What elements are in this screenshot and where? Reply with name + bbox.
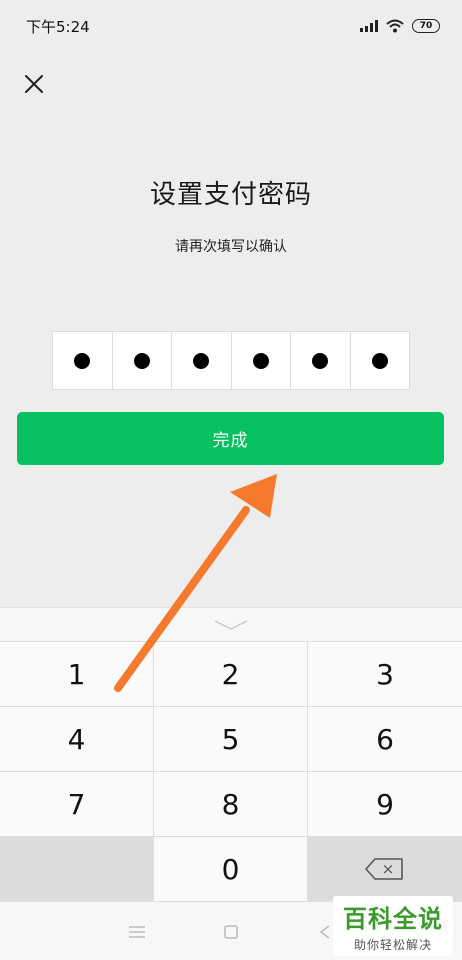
- status-bar: 下午5:24 70: [0, 0, 462, 52]
- key-9[interactable]: 9: [308, 772, 462, 837]
- page-subtitle: 请再次填写以确认: [175, 239, 287, 255]
- home-icon[interactable]: [222, 925, 240, 939]
- page-title: 设置支付密码: [149, 180, 312, 210]
- pin-dot: [74, 352, 91, 369]
- status-icons: 70: [360, 19, 440, 33]
- pin-cell: [53, 332, 113, 389]
- status-time: 下午5:24: [26, 17, 90, 36]
- watermark-subtitle: 助你轻松解决: [353, 938, 432, 952]
- key-1[interactable]: 1: [0, 642, 154, 707]
- key-5[interactable]: 5: [154, 707, 308, 772]
- watermark-logo: 百科全说 助你轻松解决: [333, 896, 453, 956]
- pin-dot: [193, 352, 210, 369]
- pin-cell: [232, 332, 291, 389]
- key-4[interactable]: 4: [0, 707, 154, 772]
- watermark-title: 百科全说: [343, 905, 443, 933]
- password-input[interactable]: [52, 331, 410, 390]
- key-0[interactable]: 0: [154, 837, 308, 902]
- pin-dot: [312, 352, 329, 369]
- wifi-icon: [386, 19, 404, 33]
- key-3[interactable]: 3: [308, 642, 462, 707]
- key-empty: [0, 837, 154, 902]
- key-7[interactable]: 7: [0, 772, 154, 837]
- close-icon: [25, 75, 43, 93]
- pin-cell: [351, 332, 410, 389]
- keyboard-collapse[interactable]: [0, 607, 462, 641]
- key-8[interactable]: 8: [154, 772, 308, 837]
- key-6[interactable]: 6: [308, 707, 462, 772]
- menu-icon[interactable]: [128, 925, 146, 939]
- battery-icon: 70: [412, 19, 440, 33]
- pin-cell: [172, 332, 232, 389]
- key-2[interactable]: 2: [154, 642, 308, 707]
- pin-dot: [252, 352, 269, 369]
- close-button[interactable]: [20, 70, 48, 98]
- pin-cell: [291, 332, 351, 389]
- backspace-symbol: ×: [382, 860, 395, 878]
- pin-dot: [371, 352, 388, 369]
- back-icon[interactable]: [316, 925, 334, 939]
- pin-cell: [113, 332, 172, 389]
- signal-icon: [360, 20, 378, 32]
- chevron-down-icon: [214, 619, 248, 630]
- battery-level: 70: [419, 21, 433, 31]
- keypad: 1 2 3 4 5 6 7 8 9 0 ×: [0, 641, 462, 902]
- backspace-button[interactable]: ×: [308, 837, 462, 902]
- done-button[interactable]: 完成: [17, 412, 444, 465]
- backspace-icon: ×: [365, 858, 403, 880]
- pin-dot: [133, 352, 150, 369]
